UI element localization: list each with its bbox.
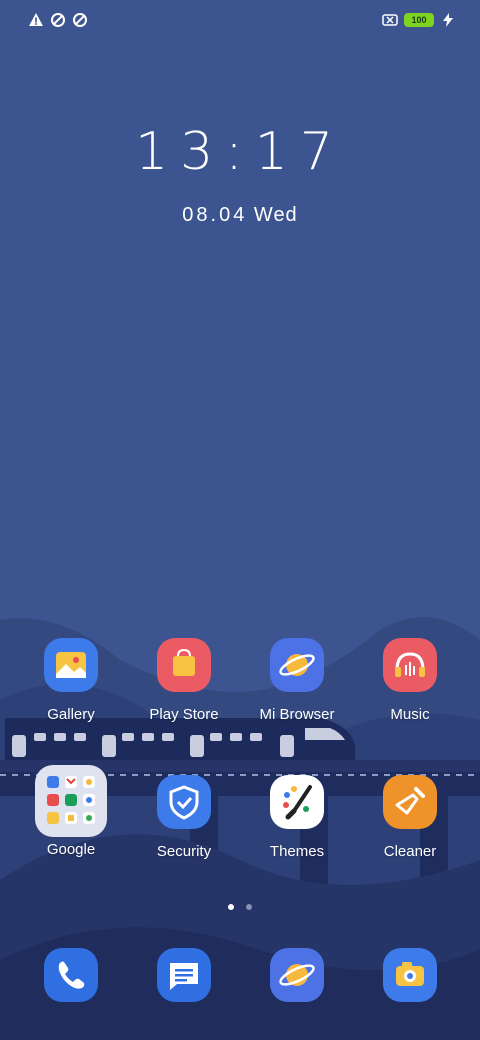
data-saver-icon <box>73 13 87 27</box>
status-right-icons: 100 <box>382 12 456 28</box>
security-icon <box>157 775 211 829</box>
camera-icon <box>383 948 437 1002</box>
page-dot-active[interactable] <box>227 904 234 910</box>
dock-browser[interactable] <box>247 948 347 1002</box>
app-label: Security <box>156 843 212 860</box>
status-bar: 100 <box>0 0 480 40</box>
app-gallery[interactable]: Gallery <box>21 638 121 723</box>
app-label: Mi Browser <box>259 706 335 723</box>
phone-icon <box>44 948 98 1002</box>
charging-icon <box>443 13 453 27</box>
messages-icon <box>157 948 211 1002</box>
battery-icon: 100 <box>404 13 434 27</box>
weekday: Wed <box>253 204 298 226</box>
music-icon <box>383 638 437 692</box>
app-label: Music <box>390 706 430 723</box>
folder-icon <box>35 765 107 837</box>
dock-phone[interactable] <box>21 948 121 1002</box>
cleaner-icon <box>383 775 437 829</box>
play-store-icon <box>157 638 211 692</box>
dock-camera[interactable] <box>360 948 460 1002</box>
data-saver-icon <box>51 13 65 27</box>
clock: 13:17 <box>135 122 345 182</box>
app-music[interactable]: Music <box>360 638 460 723</box>
app-security[interactable]: Security <box>134 775 234 860</box>
page-indicator <box>0 897 480 915</box>
gallery-icon <box>44 638 98 692</box>
app-themes[interactable]: Themes <box>247 775 347 860</box>
app-folder-google[interactable]: Google <box>21 765 121 858</box>
sim-off-icon <box>382 14 398 26</box>
app-label: Gallery <box>47 706 95 723</box>
app-mi-browser[interactable]: Mi Browser <box>247 638 347 723</box>
mi-browser-icon <box>270 638 324 692</box>
dock-messages[interactable] <box>134 948 234 1002</box>
page-dot[interactable] <box>246 904 253 910</box>
app-label: Play Store <box>149 706 219 723</box>
themes-icon <box>270 775 324 829</box>
date: 08.04 Wed <box>0 204 480 227</box>
app-label: Cleaner <box>383 843 437 860</box>
status-left-icons <box>28 12 88 28</box>
app-label: Themes <box>269 843 325 860</box>
warning-icon <box>29 13 43 26</box>
date-digits: 08.04 <box>182 204 248 226</box>
app-cleaner[interactable]: Cleaner <box>360 775 460 860</box>
app-label: Google <box>46 841 96 858</box>
app-play-store[interactable]: Play Store <box>134 638 234 723</box>
browser-icon <box>270 948 324 1002</box>
